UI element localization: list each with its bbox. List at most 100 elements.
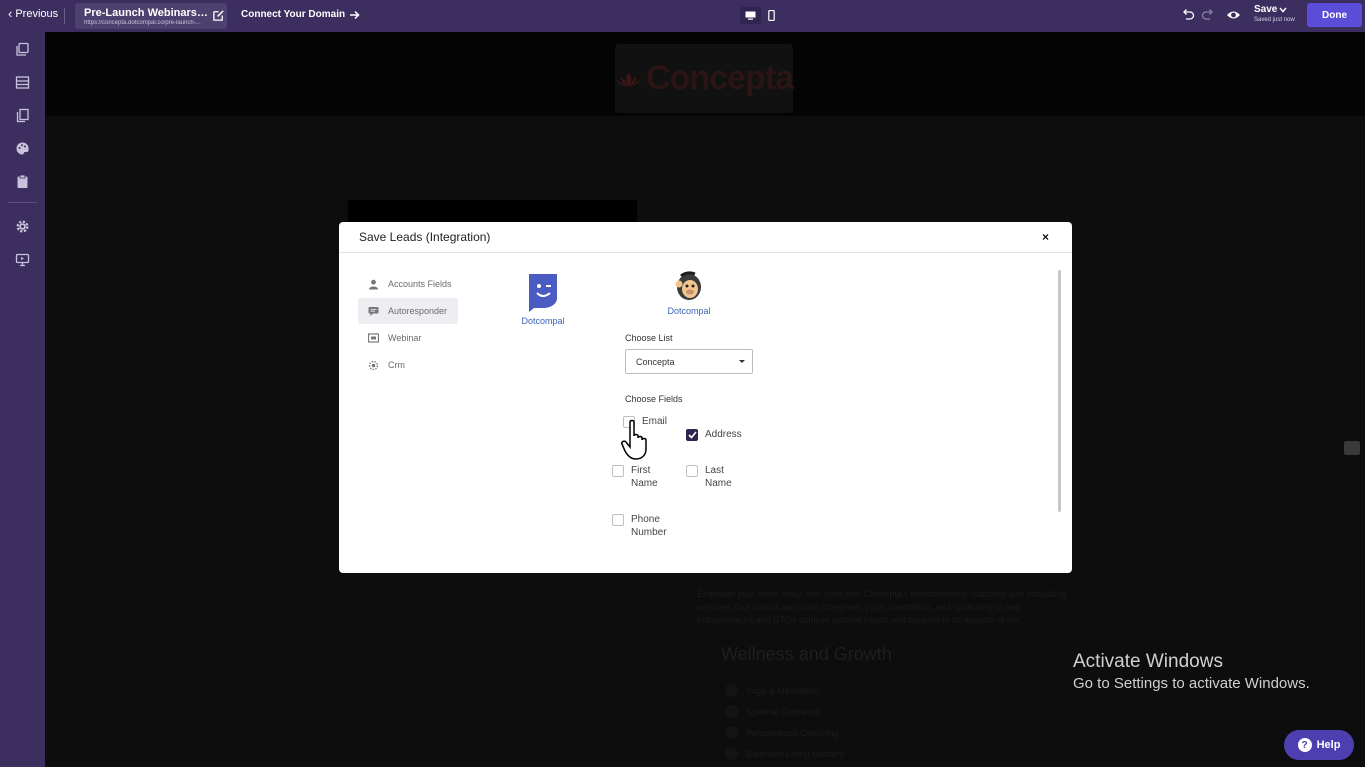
chevron-down-icon <box>1279 7 1287 13</box>
address-checkbox[interactable] <box>686 429 698 441</box>
list-select[interactable]: Concepta <box>625 349 753 374</box>
integration-name: Dotcompal <box>667 306 711 316</box>
integration-tabs: Accounts Fields Autoresponder Webinar Cr… <box>358 271 458 379</box>
caret-down-icon <box>739 360 745 363</box>
field-address[interactable]: Address <box>686 428 742 441</box>
user-icon <box>369 279 378 289</box>
chat-icon <box>368 306 379 316</box>
tab-label: Webinar <box>388 333 422 343</box>
left-sidebar <box>0 32 45 767</box>
integration-mailchimp[interactable]: Dotcompal <box>661 270 717 316</box>
dotcompal-logo-icon <box>529 274 557 312</box>
page-title: Pre-Launch Webinars-Pag... <box>84 7 208 19</box>
top-toolbar: ‹ Previous Pre-Launch Webinars-Pag... ht… <box>0 0 1365 32</box>
previous-button[interactable]: ‹ Previous <box>8 6 59 21</box>
gear-icon[interactable] <box>15 219 30 234</box>
saved-status: Saved just now <box>1254 17 1295 23</box>
arrow-right-icon <box>350 10 360 19</box>
check-circle-icon <box>725 684 738 697</box>
content-block <box>348 200 637 222</box>
previous-label: Previous <box>15 8 59 20</box>
site-logo[interactable]: Concepta <box>615 44 794 113</box>
field-label: Last Name <box>705 465 732 489</box>
list-item: Spiritual Guidance <box>725 701 844 722</box>
phone-checkbox[interactable] <box>612 514 624 526</box>
redo-icon[interactable] <box>1201 8 1215 22</box>
about-paragraph: Empower your mind, body, and spirit with… <box>697 589 1067 625</box>
logo-text: Concepta <box>646 59 794 97</box>
page-title-tab[interactable]: Pre-Launch Webinars-Pag... https://conce… <box>75 3 227 29</box>
field-label: Phone Number <box>631 514 667 538</box>
sections-icon[interactable] <box>15 75 30 90</box>
mobile-view-button[interactable] <box>761 7 782 24</box>
clipboard-icon[interactable] <box>15 174 30 189</box>
integration-name: Dotcompal <box>521 316 565 326</box>
tab-crm[interactable]: Crm <box>358 352 458 378</box>
modal-header: Save Leads (Integration) × <box>339 222 1072 253</box>
pages-icon[interactable] <box>15 42 30 57</box>
tab-label: Autoresponder <box>388 306 448 316</box>
activate-subtitle: Go to Settings to activate Windows. <box>1073 675 1310 692</box>
list-item: Yoga & Meditation <box>725 680 844 701</box>
help-label: Help <box>1316 739 1341 751</box>
save-label: Save <box>1254 4 1278 15</box>
list-item: Balanced Living Mastery <box>725 743 844 764</box>
done-button[interactable]: Done <box>1307 3 1362 27</box>
preview-eye-icon[interactable] <box>1226 8 1241 22</box>
close-button[interactable]: × <box>1042 230 1049 244</box>
modal-title: Save Leads (Integration) <box>359 230 491 244</box>
monitor-icon[interactable] <box>15 252 30 267</box>
crm-icon <box>368 360 379 370</box>
modal-scrollbar[interactable] <box>1058 270 1061 512</box>
connect-domain-label: Connect Your Domain <box>241 9 346 20</box>
edit-icon[interactable] <box>212 9 225 22</box>
tab-label: Accounts Fields <box>388 279 452 289</box>
lotus-logo-icon <box>616 72 641 86</box>
feature-list: Yoga & Meditation Spiritual Guidance Per… <box>725 680 844 764</box>
activate-windows-watermark: Activate Windows Go to Settings to activ… <box>1073 651 1310 692</box>
field-label: Address <box>705 429 742 440</box>
field-label: First Name <box>631 465 658 489</box>
toolbar-divider <box>64 8 65 24</box>
connect-domain-button[interactable]: Connect Your Domain <box>241 9 360 20</box>
hand-cursor-icon <box>621 419 647 460</box>
section-heading: Wellness and Growth <box>721 644 892 664</box>
check-circle-icon <box>725 705 738 718</box>
desktop-icon <box>745 11 756 20</box>
list-item: Personalized Coaching <box>725 722 844 743</box>
mobile-icon <box>768 10 775 21</box>
undo-icon[interactable] <box>1181 8 1195 22</box>
desktop-view-button[interactable] <box>740 7 761 24</box>
field-phone-number[interactable]: Phone Number <box>612 513 675 539</box>
palette-icon[interactable] <box>15 141 30 156</box>
tab-autoresponder[interactable]: Autoresponder <box>358 298 458 324</box>
check-circle-icon <box>725 747 738 760</box>
question-icon: ? <box>1297 738 1312 752</box>
field-first-name[interactable]: First Name <box>612 464 665 490</box>
side-panel-tab[interactable] <box>1344 441 1360 455</box>
last-name-checkbox[interactable] <box>686 465 698 477</box>
choose-fields-label: Choose Fields <box>625 394 683 404</box>
field-last-name[interactable]: Last Name <box>686 464 739 490</box>
sidebar-divider <box>8 202 37 203</box>
checkmark-icon <box>687 431 697 439</box>
help-button[interactable]: ? Help <box>1284 730 1354 760</box>
check-circle-icon <box>725 726 738 739</box>
tab-label: Crm <box>388 360 405 370</box>
site-header: Concepta <box>45 32 1365 116</box>
device-toggle <box>740 7 783 24</box>
webinar-icon <box>368 332 379 343</box>
save-leads-modal: Save Leads (Integration) × Accounts Fiel… <box>339 222 1072 573</box>
save-menu[interactable]: Save Saved just now <box>1254 4 1295 23</box>
page-url: https://concepta.dotcompal.co/pre-launch… <box>84 20 201 26</box>
integration-dotcompal[interactable]: Dotcompal <box>515 272 571 326</box>
tab-accounts-fields[interactable]: Accounts Fields <box>358 271 458 297</box>
mailchimp-logo-icon <box>675 271 701 300</box>
chevron-left-icon: ‹ <box>8 6 13 21</box>
choose-list-label: Choose List <box>625 333 673 343</box>
tab-webinar[interactable]: Webinar <box>358 325 458 351</box>
first-name-checkbox[interactable] <box>612 465 624 477</box>
activate-title: Activate Windows <box>1073 651 1223 672</box>
selected-list: Concepta <box>636 356 675 367</box>
layers-icon[interactable] <box>15 108 30 123</box>
